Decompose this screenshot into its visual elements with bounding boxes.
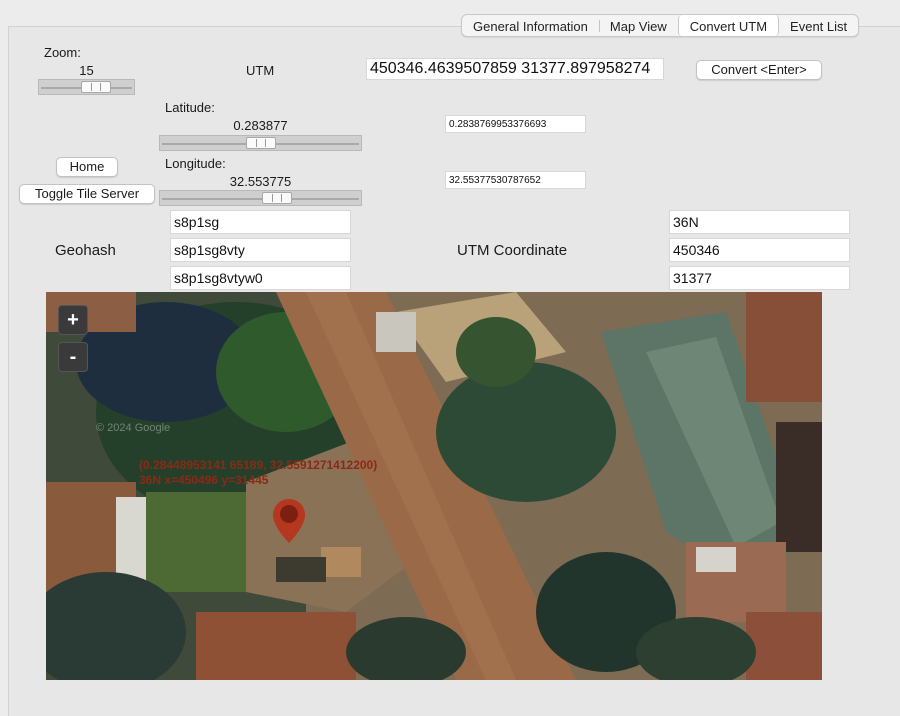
marker-utm-label: 36N x=450496 y=31445	[139, 473, 269, 487]
convert-button[interactable]: Convert <Enter>	[696, 60, 822, 80]
utm-easting-field[interactable]	[669, 238, 850, 262]
utm-coordinate-label: UTM Coordinate	[457, 242, 568, 259]
longitude-slider-track	[162, 198, 359, 200]
longitude-slider-thumb[interactable]	[262, 192, 292, 204]
latitude-input[interactable]	[445, 115, 586, 133]
geohash-label: Geohash	[55, 242, 116, 259]
tab-convert-utm[interactable]: Convert UTM	[677, 15, 780, 36]
map-watermark: © 2024 Google	[96, 422, 171, 434]
map-zoom-in-button[interactable]: +	[58, 305, 88, 335]
toggle-tile-server-button[interactable]: Toggle Tile Server	[19, 184, 155, 204]
geohash-field-1[interactable]	[170, 210, 351, 234]
tab-general-information[interactable]: General Information	[462, 15, 599, 36]
tab-map-view[interactable]: Map View	[598, 15, 678, 36]
home-button[interactable]: Home	[56, 157, 118, 177]
latitude-slider-thumb[interactable]	[246, 137, 276, 149]
utm-northing-field[interactable]	[669, 266, 850, 290]
map-pin-icon[interactable]	[272, 498, 306, 544]
longitude-label: Longitude:	[165, 156, 226, 171]
tab-event-list[interactable]: Event List	[779, 15, 858, 36]
latitude-display: 0.283877	[233, 118, 288, 133]
map-zoom-out-button[interactable]: -	[58, 342, 88, 372]
satellite-map[interactable]: © 2024 Google + - (0.28448953141 65189, …	[46, 292, 822, 680]
geohash-field-3[interactable]	[170, 266, 351, 290]
zoom-value: 15	[79, 63, 94, 78]
utm-zone-field[interactable]	[669, 210, 850, 234]
zoom-slider[interactable]	[38, 79, 135, 95]
zoom-label: Zoom:	[44, 45, 81, 60]
tab-bar: General Information Map View Convert UTM…	[461, 14, 860, 37]
utm-input[interactable]	[366, 58, 664, 80]
longitude-display: 32.553775	[229, 174, 292, 189]
longitude-input[interactable]	[445, 171, 586, 189]
latitude-slider[interactable]	[159, 135, 362, 151]
utm-label: UTM	[246, 63, 275, 78]
geohash-field-2[interactable]	[170, 238, 351, 262]
latitude-label: Latitude:	[165, 100, 215, 115]
marker-coordinate-label: (0.28448953141 65189, 32.5591271412200)	[139, 458, 378, 472]
longitude-slider[interactable]	[159, 190, 362, 206]
zoom-slider-thumb[interactable]	[81, 81, 111, 93]
